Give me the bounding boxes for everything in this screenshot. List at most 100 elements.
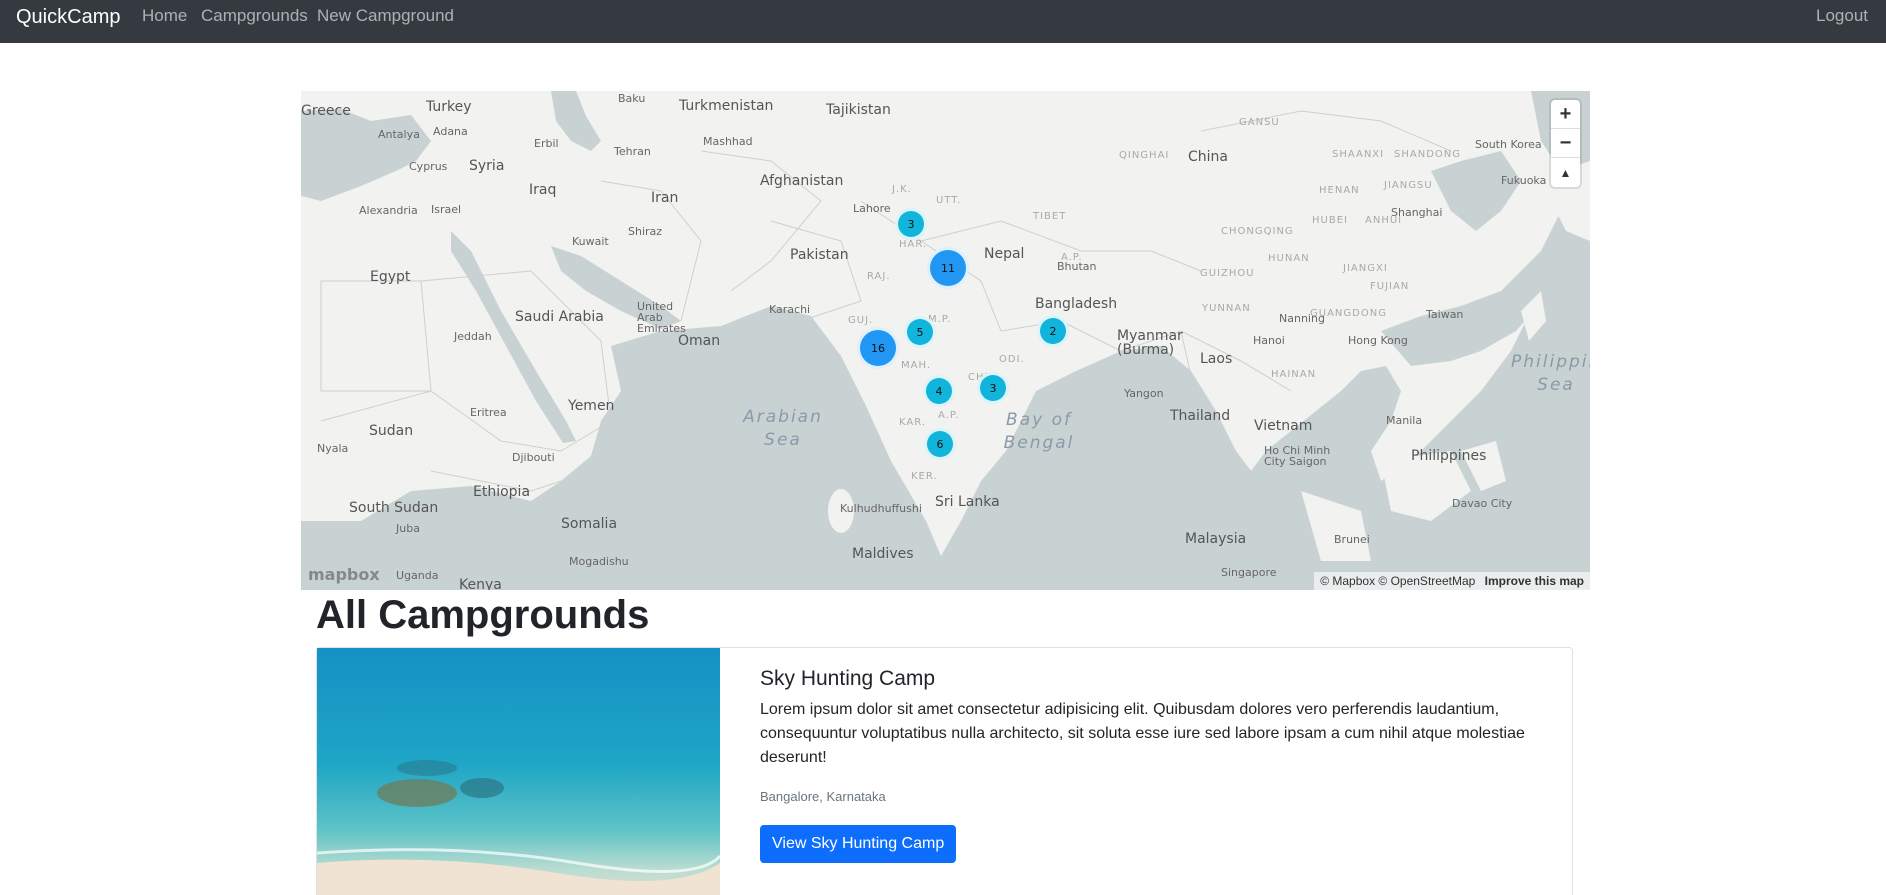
map-label: HENAN	[1319, 185, 1360, 196]
campground-image	[317, 648, 720, 895]
map-label: Malaysia	[1185, 531, 1247, 547]
map-navigation-control: + − ▲	[1551, 100, 1580, 187]
map-label: JIANGXI	[1343, 263, 1388, 274]
map-label: HAR.	[899, 239, 928, 250]
map-label: Manila	[1386, 414, 1423, 427]
map-label: Lahore	[853, 202, 891, 215]
sea-label: Bay of Bengal	[1003, 410, 1075, 453]
map-label: Ho Chi Minh City Saigon	[1264, 444, 1331, 468]
map-label: South Sudan	[349, 500, 439, 516]
map-label: Egypt	[370, 269, 411, 285]
zoom-in-button[interactable]: +	[1551, 100, 1580, 129]
map-label: SHAANXI	[1332, 149, 1385, 160]
campground-card: Sky Hunting Camp Lorem ipsum dolor sit a…	[316, 647, 1573, 895]
map-label: TIBET	[1033, 211, 1067, 222]
map-label: JIANGSU	[1384, 180, 1433, 191]
map-label: YUNNAN	[1202, 303, 1251, 314]
map-label: Turkmenistan	[679, 98, 774, 114]
map-label: Uganda	[396, 569, 439, 582]
map-label: GANSU	[1239, 117, 1280, 128]
map-label: Eritrea	[470, 406, 507, 419]
map-label: Juba	[396, 522, 420, 535]
map-label: Nyala	[317, 442, 349, 455]
cluster-marker[interactable]: 5	[904, 316, 936, 348]
map-label: Ethiopia	[473, 484, 531, 500]
cluster-marker[interactable]: 4	[923, 375, 955, 407]
attribution-text[interactable]: © Mapbox © OpenStreetMap	[1320, 574, 1475, 588]
map-label: Davao City	[1452, 497, 1513, 510]
compass-icon[interactable]: ▲	[1551, 158, 1580, 187]
map-label: Tehran	[614, 145, 651, 158]
map-label: Yemen	[568, 398, 615, 414]
campground-title: Sky Hunting Camp	[760, 667, 936, 690]
map-label: Mogadishu	[569, 555, 629, 568]
map-label: HUNAN	[1268, 253, 1310, 264]
map-label: Vietnam	[1254, 418, 1313, 434]
map-label: Taiwan	[1426, 308, 1464, 321]
map-label: Fukuoka	[1501, 174, 1547, 187]
map-label: Myanmar (Burma)	[1117, 328, 1183, 358]
map-label: HAINAN	[1271, 369, 1317, 380]
map-label: Kulhudhuffushi	[840, 502, 922, 515]
nav-logout-link[interactable]: Logout	[1816, 6, 1868, 26]
map-label: GUANGDONG	[1310, 308, 1387, 319]
zoom-out-button[interactable]: −	[1551, 129, 1580, 158]
map-label: Adana	[433, 125, 468, 138]
cluster-marker[interactable]: 2	[1037, 315, 1069, 347]
map-label: Singapore	[1221, 566, 1277, 579]
map-label: Greece	[301, 103, 351, 119]
map-label: Bangladesh	[1035, 296, 1118, 312]
map-label: Iraq	[529, 182, 557, 198]
improve-map-link[interactable]: Improve this map	[1485, 574, 1584, 588]
map-label: Philippines	[1411, 448, 1487, 464]
map-label: Mashhad	[703, 135, 753, 148]
map-label: Kenya	[459, 577, 502, 590]
cluster-marker[interactable]: 11	[927, 247, 969, 289]
map-label: Nepal	[984, 246, 1025, 262]
page-title: All Campgrounds	[316, 593, 650, 637]
map-label: Erbil	[534, 137, 559, 150]
nav-home-link[interactable]: Home	[142, 6, 187, 26]
map-label: HUBEI	[1312, 215, 1348, 226]
map-label: KER.	[911, 471, 938, 482]
map-label: Pakistan	[790, 247, 849, 263]
map-label: Maldives	[852, 546, 914, 562]
map-label: Karachi	[769, 303, 811, 316]
brand-link[interactable]: QuickCamp	[16, 6, 120, 29]
map-label: United Arab Emirates	[637, 300, 686, 335]
sea-label: Philippine Sea	[1511, 352, 1590, 395]
map-label: Turkey	[426, 99, 472, 115]
cluster-marker[interactable]: 6	[924, 428, 956, 460]
map-label: Iran	[651, 190, 679, 206]
map-attribution: © Mapbox © OpenStreetMap Improve this ma…	[1314, 572, 1590, 590]
map-label: Saudi Arabia	[515, 309, 604, 325]
cluster-map[interactable]: Greece Turkey Turkmenistan Tajikistan Ch…	[301, 91, 1590, 590]
map-label: Sri Lanka	[935, 494, 1000, 510]
map-label: Syria	[469, 158, 505, 174]
map-label: Tajikistan	[826, 102, 891, 118]
map-label: China	[1188, 149, 1228, 165]
nav-new-campground-link[interactable]: New Campground	[317, 6, 454, 26]
mapbox-logo[interactable]: mapbox	[308, 565, 380, 584]
map-label: QINGHAI	[1119, 150, 1170, 161]
view-campground-button[interactable]: View Sky Hunting Camp	[760, 825, 957, 863]
cluster-marker[interactable]: 3	[895, 208, 927, 240]
map-label: Djibouti	[512, 451, 555, 464]
map-label: Jeddah	[454, 330, 492, 343]
cluster-marker[interactable]: 16	[857, 327, 899, 369]
map-label: Alexandria	[359, 204, 418, 217]
map-label: KAR.	[899, 417, 926, 428]
map-label: GUIZHOU	[1200, 268, 1255, 279]
map-label: Thailand	[1170, 408, 1231, 424]
map-label: RAJ.	[867, 271, 891, 282]
map-label: Hanoi	[1253, 334, 1285, 347]
nav-campgrounds-link[interactable]: Campgrounds	[201, 6, 308, 26]
map-label: CHONGQING	[1221, 226, 1294, 237]
map-label: Sudan	[369, 423, 414, 439]
map-label: Shiraz	[628, 225, 663, 238]
cluster-marker[interactable]: 3	[977, 372, 1009, 404]
map-label: Antalya	[378, 128, 420, 141]
map-label: Israel	[431, 203, 462, 216]
map-label: UTT.	[936, 195, 962, 206]
sea-label: Arabian Sea	[743, 407, 823, 450]
